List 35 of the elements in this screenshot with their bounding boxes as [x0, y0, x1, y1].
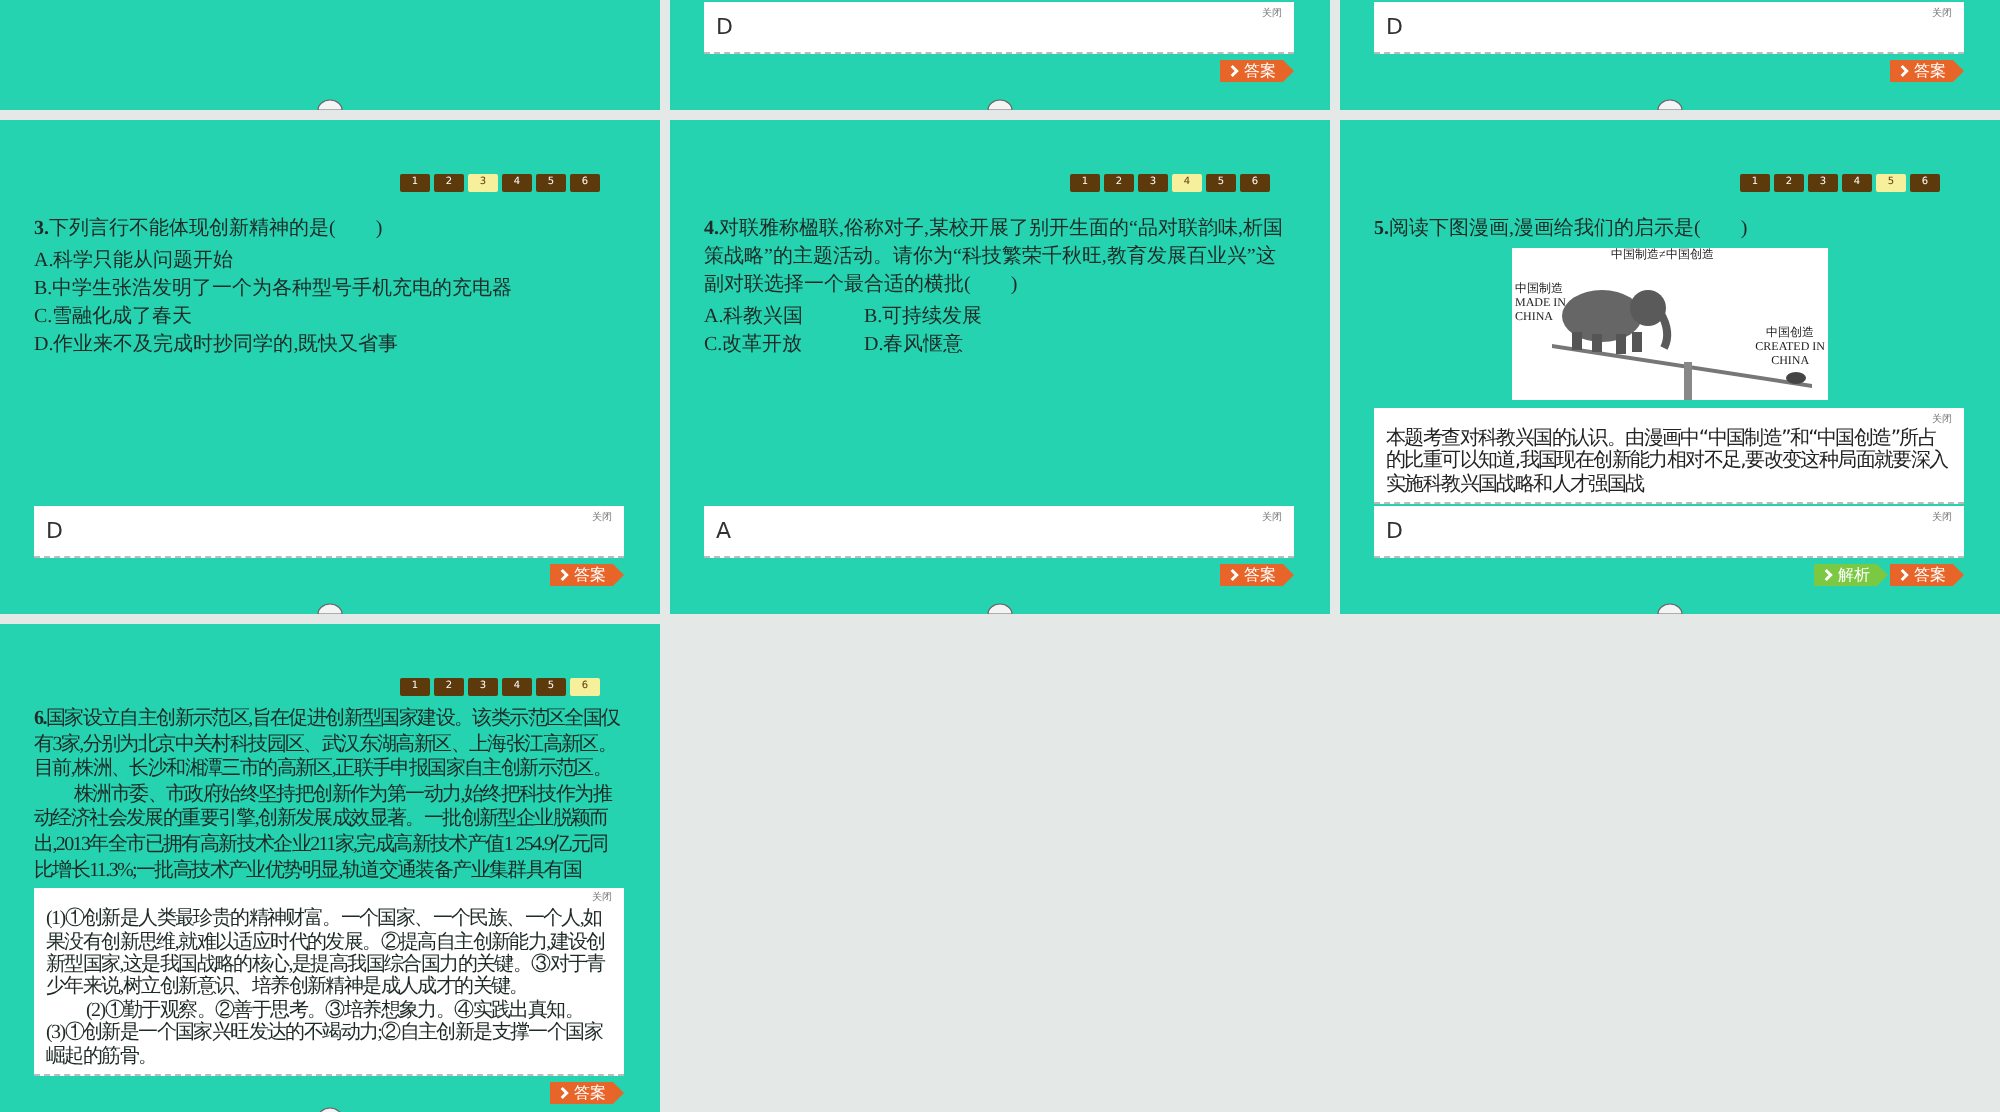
- semicircle-icon: [1656, 602, 1684, 614]
- semicircle-icon: [316, 602, 344, 614]
- option-text: D.作业来不及完成时抄同学的,既快又省事: [34, 332, 399, 360]
- answer-text: D: [46, 518, 63, 544]
- question-text: 4.对联雅称楹联,俗称对子,某校开展了别开生面的“品对联韵味,析国策战略”的主题活动。请你为“科技繁荣千秋旺,教育发展百业兴”这副对联选择一个最合适的横批( ): [704, 216, 1285, 300]
- answer-text: (3)①创新是一个国家兴旺发达的不竭动力;②自主创新是支撑一个国家崛起的筋骨。: [46, 1022, 605, 1068]
- chevron-icon: [1900, 568, 1910, 582]
- semicircle-icon: [1656, 98, 1684, 110]
- question-text: 5.阅读下图漫画,漫画给我们的启示是( ): [1374, 216, 1750, 244]
- answer-text: A: [716, 518, 732, 544]
- semicircle-icon: [316, 98, 344, 110]
- option-text: D.春风惬意: [864, 332, 966, 360]
- chevron-icon: [1900, 64, 1910, 78]
- answer-text: (2)①勤于观察。②善于思考。③培养想象力。④实践出真知。: [84, 999, 583, 1022]
- semicircle-icon: [986, 602, 1014, 614]
- chevron-icon: [560, 1086, 570, 1100]
- option-text: A.科教兴国: [704, 304, 806, 332]
- chevron-icon: [1230, 64, 1240, 78]
- question-text: 6.国家设立自主创新示范区,旨在促进创新型国家建设。该类示范区全国仅有3家,分别为北京中关村科技园区、武汉东湖高新区、上海张江高新区。目前,株洲、长沙和湘潭三市的高新区,正联手申报国家自主创新示范区。: [34, 708, 622, 783]
- option-text: B.可持续发展: [864, 304, 985, 332]
- chevron-icon: [1824, 568, 1834, 582]
- answer-text: D: [1386, 14, 1403, 40]
- option-text: C.雪融化成了春天: [34, 304, 194, 332]
- answer-text: (1)①创新是人类最珍贵的精神财富。一个国家、一个民族、一个人,如果没有创新思维,就难以适应时代的发展。②提高自主创新能力,建设创新型国家,这是我国战略的核心,是提高我国综合国力的关键。③对于青少年来说,树立创新意识、培养创新精神是成人成才的关键。: [46, 908, 607, 999]
- explanation-text: 本题考查对科教兴国的认识。由漫画中“中国制造”和“中国创造”所占的比重可以知道,我国现在创新能力相对不足,要改变这种局面就要深入实施科教兴国战略和人才强国战: [1386, 427, 1950, 496]
- option-text: B.中学生张浩发明了一个为各种型号手机充电的充电器: [34, 276, 513, 304]
- question-text: 3.下列言行不能体现创新精神的是( ): [34, 216, 385, 244]
- question-text: 株洲市委、市政府始终坚持把创新作为第一动力,始终把科技作为推动经济社会发展的重要引擎,创新发展成效显著。一批创新型企业脱颖而出,2013年全市已拥有高新技术企业211家,完成高新技术产值1 254.9亿元同比增长11.3%;一批高技术产业优势明显,轨道交通装备产业集群具有国: [34, 783, 615, 885]
- answer-text: D: [1386, 518, 1403, 544]
- answer-text: D: [716, 14, 733, 40]
- option-text: C.改革开放: [704, 332, 805, 360]
- option-text: A.科学只能从问题开始: [34, 248, 234, 276]
- chevron-icon: [560, 568, 570, 582]
- semicircle-icon: [986, 98, 1014, 110]
- chevron-icon: [1230, 568, 1240, 582]
